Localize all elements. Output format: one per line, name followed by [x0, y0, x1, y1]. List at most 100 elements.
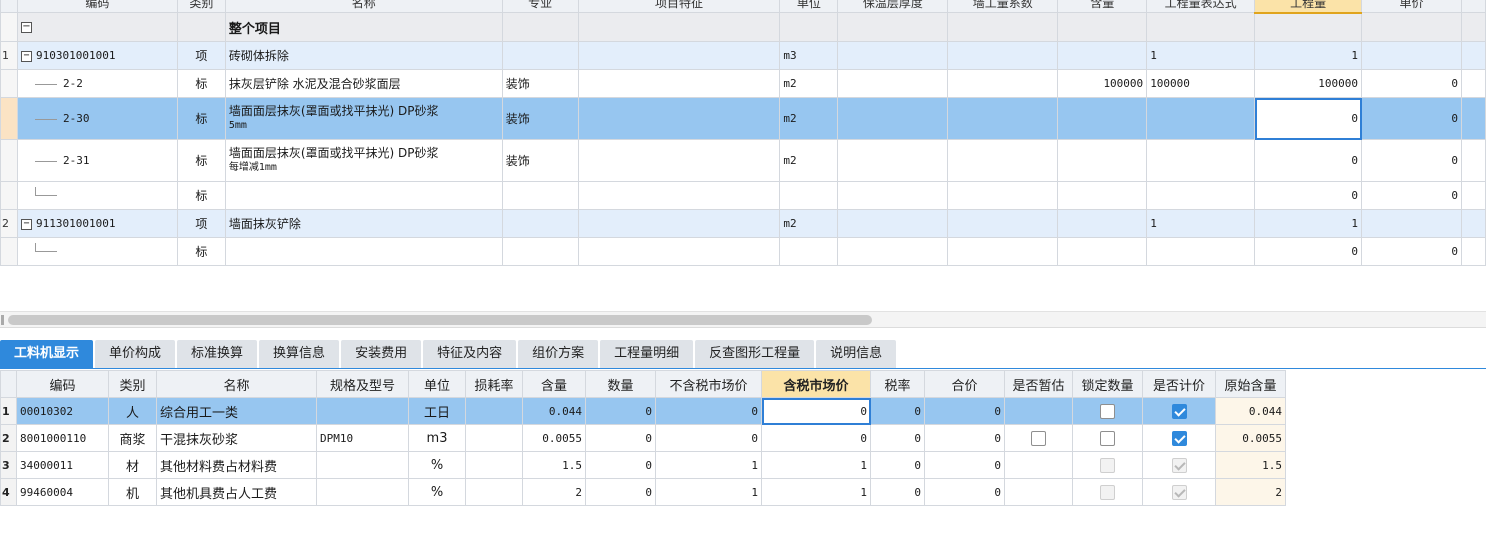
qty-cell[interactable]: 0: [1254, 181, 1363, 210]
expr-cell[interactable]: [1146, 139, 1256, 182]
content-cell[interactable]: 100000: [1057, 69, 1148, 98]
header-loss[interactable]: 损耗率: [465, 370, 523, 398]
feature-cell[interactable]: [577, 181, 781, 210]
name-cell[interactable]: 其他材料费占材料费: [156, 451, 317, 479]
estimated-cell[interactable]: [1004, 451, 1073, 479]
price-cell[interactable]: [1361, 41, 1462, 70]
orig-content-cell[interactable]: 1.5: [1215, 451, 1286, 479]
header-unit[interactable]: 单位: [408, 370, 466, 398]
tab-standard-conversion[interactable]: 标准换算: [177, 340, 258, 368]
coef-cell[interactable]: [947, 209, 1059, 238]
price-cell[interactable]: [1361, 12, 1462, 42]
table-row-norm[interactable]: 标 0 0: [0, 237, 1486, 266]
name-cell[interactable]: 其他机具费占人工费: [156, 478, 317, 506]
coef-cell[interactable]: [947, 41, 1059, 70]
header-name[interactable]: 名称: [224, 0, 503, 13]
loss-cell[interactable]: [465, 478, 523, 506]
price-ex-tax-cell[interactable]: 0: [655, 424, 762, 452]
type-cell[interactable]: [176, 12, 226, 42]
header-amount[interactable]: 数量: [585, 370, 656, 398]
price-ex-tax-cell[interactable]: 0: [655, 397, 762, 425]
coef-cell[interactable]: [947, 139, 1059, 182]
header-total[interactable]: 合价: [924, 370, 1005, 398]
materials-row[interactable]: 2 8001000110 商浆 干混抹灰砂浆 DPM10 m3 0.0055 0 0 0 0 0 0.0…: [0, 424, 1286, 452]
priced-checkbox[interactable]: [1171, 403, 1187, 419]
code-cell[interactable]: [16, 237, 178, 266]
name-cell[interactable]: [224, 181, 503, 210]
table-row-item[interactable]: 1 −910301001001 项 砖砌体拆除 m3 1 1: [0, 41, 1486, 70]
estimated-cell[interactable]: [1004, 478, 1073, 506]
header-content[interactable]: 含量: [522, 370, 586, 398]
priced-cell[interactable]: [1142, 478, 1216, 506]
type-cell[interactable]: 机: [108, 478, 157, 506]
code-cell[interactable]: 8001000110: [16, 424, 109, 452]
total-cell[interactable]: 0: [924, 451, 1005, 479]
unit-cell[interactable]: [779, 12, 839, 42]
content-cell[interactable]: [1057, 41, 1148, 70]
thickness-cell[interactable]: [837, 97, 949, 140]
thickness-cell[interactable]: [837, 181, 949, 210]
header-code[interactable]: 编码: [16, 370, 109, 398]
estimated-cell[interactable]: [1004, 424, 1073, 452]
code-cell[interactable]: 2-2: [16, 69, 178, 98]
priced-cell[interactable]: [1142, 424, 1216, 452]
header-priced[interactable]: 是否计价: [1142, 370, 1216, 398]
priced-cell[interactable]: [1142, 451, 1216, 479]
amount-cell[interactable]: 0: [585, 478, 656, 506]
coef-cell[interactable]: [947, 97, 1059, 140]
name-cell[interactable]: 整个项目: [224, 12, 503, 42]
feature-cell[interactable]: [577, 69, 781, 98]
name-cell[interactable]: 砖砌体拆除: [224, 41, 503, 70]
header-type[interactable]: 类别: [108, 370, 157, 398]
header-unit[interactable]: 单位: [779, 0, 839, 13]
loss-cell[interactable]: [465, 397, 523, 425]
header-name[interactable]: 名称: [156, 370, 317, 398]
price-ex-tax-cell[interactable]: 1: [655, 478, 762, 506]
spec-cell[interactable]: [501, 12, 579, 42]
amount-cell[interactable]: 0: [585, 424, 656, 452]
header-code[interactable]: 编码: [16, 0, 178, 13]
header-expression[interactable]: 工程量表达式: [1146, 0, 1256, 13]
content-cell[interactable]: [1057, 237, 1148, 266]
type-cell[interactable]: 标: [176, 181, 226, 210]
lock-qty-cell[interactable]: [1072, 397, 1143, 425]
amount-cell[interactable]: 0: [585, 397, 656, 425]
header-specialty[interactable]: 专业: [501, 0, 579, 13]
header-price-ex-tax[interactable]: 不含税市场价: [655, 370, 762, 398]
tab-unit-price[interactable]: 单价构成: [95, 340, 176, 368]
collapse-icon[interactable]: −: [20, 22, 32, 33]
qty-cell[interactable]: 1: [1254, 209, 1363, 238]
unit-cell[interactable]: %: [408, 451, 466, 479]
header-price-in-tax[interactable]: 含税市场价: [761, 370, 871, 398]
code-cell[interactable]: [16, 181, 178, 210]
total-cell[interactable]: 0: [924, 478, 1005, 506]
header-lock-qty[interactable]: 锁定数量: [1072, 370, 1143, 398]
code-cell[interactable]: −910301001001: [16, 41, 178, 70]
type-cell[interactable]: 标: [176, 97, 226, 140]
coef-cell[interactable]: [947, 69, 1059, 98]
type-cell[interactable]: 标: [176, 237, 226, 266]
type-cell[interactable]: 商浆: [108, 424, 157, 452]
qty-cell[interactable]: 0: [1254, 237, 1363, 266]
header-thickness[interactable]: 保温层厚度: [837, 0, 949, 13]
feature-cell[interactable]: [577, 209, 781, 238]
estimated-cell[interactable]: [1004, 397, 1073, 425]
tab-features[interactable]: 特征及内容: [423, 340, 517, 368]
feature-cell[interactable]: [577, 139, 781, 182]
tab-pricing-scheme[interactable]: 组价方案: [518, 340, 599, 368]
thickness-cell[interactable]: [837, 237, 949, 266]
qty-cell[interactable]: 0: [1254, 139, 1363, 182]
price-ex-tax-cell[interactable]: 1: [655, 451, 762, 479]
coef-cell[interactable]: [947, 12, 1059, 42]
name-cell[interactable]: 墙面抹灰铲除: [224, 209, 503, 238]
unit-cell[interactable]: 工日: [408, 397, 466, 425]
content-cell[interactable]: [1057, 97, 1148, 140]
type-cell[interactable]: 标: [176, 139, 226, 182]
expr-cell[interactable]: 1: [1146, 209, 1256, 238]
tree-cell[interactable]: −: [16, 12, 178, 42]
coef-cell[interactable]: [947, 237, 1059, 266]
tax-cell[interactable]: 0: [870, 478, 925, 506]
spec-cell[interactable]: 装饰: [501, 97, 579, 140]
collapse-icon[interactable]: −: [20, 50, 32, 62]
lock-qty-cell[interactable]: [1072, 451, 1143, 479]
